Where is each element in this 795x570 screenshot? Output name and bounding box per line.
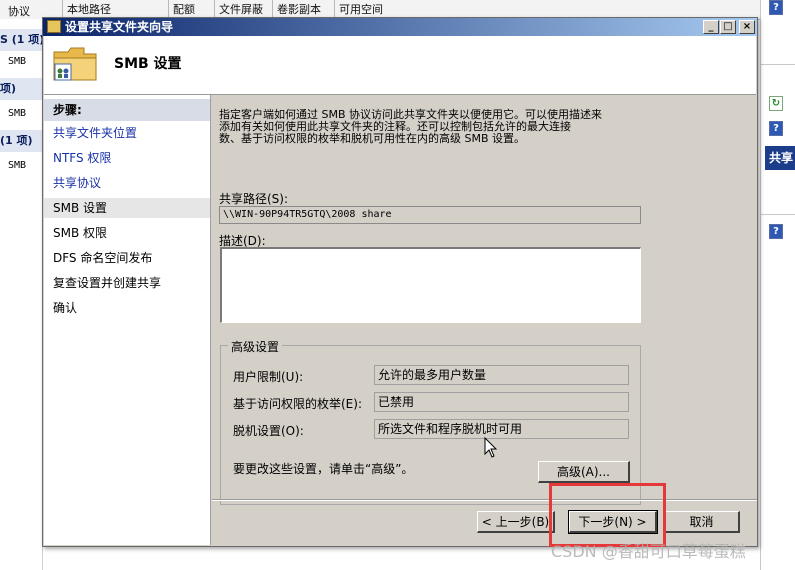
list-group-header[interactable]: 项) [0,78,42,100]
minimize-button[interactable]: _ [703,20,719,34]
divider [761,64,795,65]
background-list: S (1 项) SMB 项) SMB (1 项) SMB [0,19,43,570]
shared-folder-icon [53,47,97,81]
cancel-button[interactable]: 取消 [664,511,740,533]
description-input[interactable] [220,247,641,323]
advanced-button[interactable]: 高级(A)... [538,461,630,483]
help-icon[interactable]: ? [769,0,783,15]
advanced-settings-group: 高级设置 用户限制(U): 允许的最多用户数量 基于访问权限的枚举(E): 已禁… [220,338,641,505]
footer-divider [212,500,757,501]
share-path-field: \\WIN-90P94TR5GTQ\2008 share [219,206,641,224]
step-heading: SMB 设置 [114,56,182,72]
maximize-button[interactable]: □ [720,20,736,34]
list-item[interactable]: SMB [8,108,26,119]
step-confirm: 确认 [53,301,78,315]
list-group-header[interactable]: S (1 项) [0,29,42,51]
abe-label: 基于访问权限的枚举(E): [233,397,362,411]
user-limit-label: 用户限制(U): [233,370,304,384]
share-path-label: 共享路径(S): [219,192,289,206]
step-share-protocols[interactable]: 共享协议 [53,173,101,193]
dialog-title: 设置共享文件夹向导 [65,20,174,34]
user-limit-value: 允许的最多用户数量 [374,365,629,385]
advanced-hint: 要更改这些设置，请单击“高级”。 [233,462,414,476]
steps-title: 步骤: [44,99,210,121]
help-icon[interactable]: ? [769,224,783,239]
offline-label: 脱机设置(O): [233,424,304,438]
step-ntfs-permissions[interactable]: NTFS 权限 [53,148,111,168]
offline-value: 所选文件和程序脱机时可用 [374,419,629,439]
actions-section-header: 共享 [765,146,795,170]
wizard-header: SMB 设置 [44,36,756,95]
folder-share-icon [47,20,61,33]
steps-sidebar: 步骤: 共享文件夹位置 NTFS 权限 共享协议 SMB 设置 SMB 权限 D… [44,95,211,545]
wizard-dialog: 设置共享文件夹向导 _ □ × SMB 设置 步骤: 共享文件夹位置 NTFS … [42,17,758,547]
help-icon[interactable]: ? [769,121,783,136]
advanced-settings-title: 高级设置 [228,338,283,355]
background-actions-pane: ? ↻ ? 共享 ? [760,0,795,570]
list-item[interactable]: SMB [8,160,26,171]
step-dfs-namespace: DFS 命名空间发布 [53,251,153,265]
step-review-create: 复查设置并创建共享 [53,276,162,290]
divider [761,214,795,215]
settings-panel: 指定客户端如何通过 SMB 协议访问此共享文件夹以便使用它。可以使用描述来 添加… [212,95,757,505]
close-button[interactable]: × [739,20,755,34]
step-smb-permissions: SMB 权限 [53,226,108,240]
step-smb-settings: SMB 设置 [44,198,210,218]
back-button[interactable]: < 上一步(B) [477,511,555,533]
abe-value: 已禁用 [374,392,629,412]
watermark: CSDN @香甜可口草莓蛋糕 [551,542,746,561]
refresh-icon[interactable]: ↻ [769,96,783,111]
instructions: 指定客户端如何通过 SMB 协议访问此共享文件夹以便使用它。可以使用描述来 添加… [219,109,639,145]
instructions-line: 数、基于访问权限的枚举和脱机可用性在内的高级 SMB 设置。 [219,132,526,145]
step-shared-folder-location[interactable]: 共享文件夹位置 [53,123,137,143]
mouse-pointer-icon [484,437,498,458]
list-group-header[interactable]: (1 项) [0,130,42,152]
title-bar[interactable]: 设置共享文件夹向导 _ □ × [43,18,757,36]
list-item[interactable]: SMB [8,56,26,67]
col-protocol[interactable]: 协议 [8,3,30,19]
